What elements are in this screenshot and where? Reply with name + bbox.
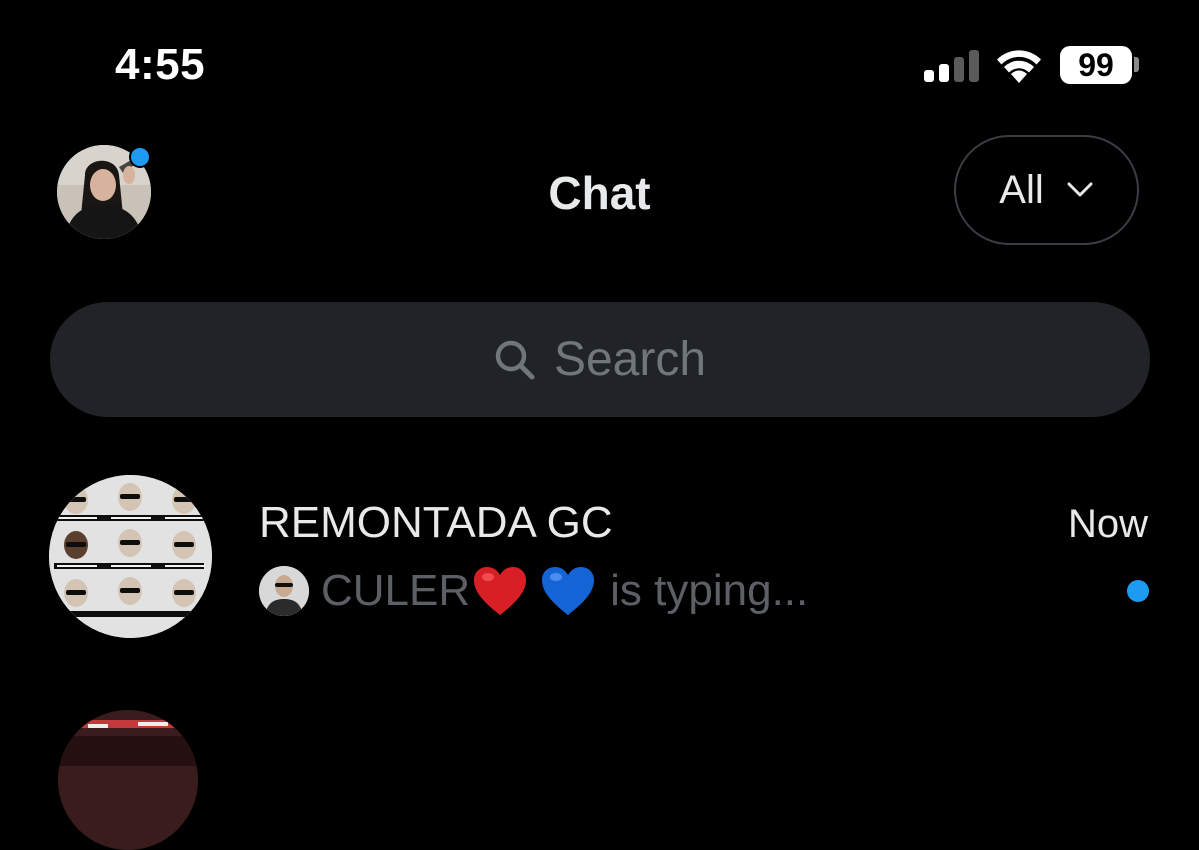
blue-heart-icon [542, 567, 595, 615]
filter-dropdown-button[interactable]: All [954, 135, 1139, 245]
conversation-photo [58, 710, 198, 850]
status-time: 4:55 [115, 40, 206, 89]
search-placeholder: Search [553, 333, 707, 386]
typing-user-avatar [259, 566, 309, 616]
filter-label: All [999, 167, 1044, 212]
chevron-down-icon [1067, 182, 1093, 197]
typing-user-photo [259, 566, 309, 616]
group-photo-collage [49, 475, 212, 638]
cellular-signal-icon [924, 50, 979, 82]
search-icon [495, 340, 535, 379]
battery-indicator: 99 [1060, 46, 1132, 84]
battery-cap [1134, 57, 1139, 72]
conversation-name[interactable]: REMONTADA GC [259, 498, 613, 548]
search-input[interactable]: Search [50, 302, 1150, 417]
typing-user-name: CULER [321, 566, 471, 615]
typing-status: is typing... [610, 566, 809, 615]
online-status-dot [129, 146, 151, 168]
conversation-timestamp: Now [1067, 502, 1148, 546]
wifi-icon [997, 50, 1041, 83]
conversation-preview[interactable]: CULER is typing... [259, 562, 808, 620]
unread-indicator [1127, 580, 1149, 602]
red-heart-icon [474, 567, 527, 615]
group-avatar[interactable] [49, 475, 212, 638]
conversation-avatar[interactable] [58, 710, 198, 850]
